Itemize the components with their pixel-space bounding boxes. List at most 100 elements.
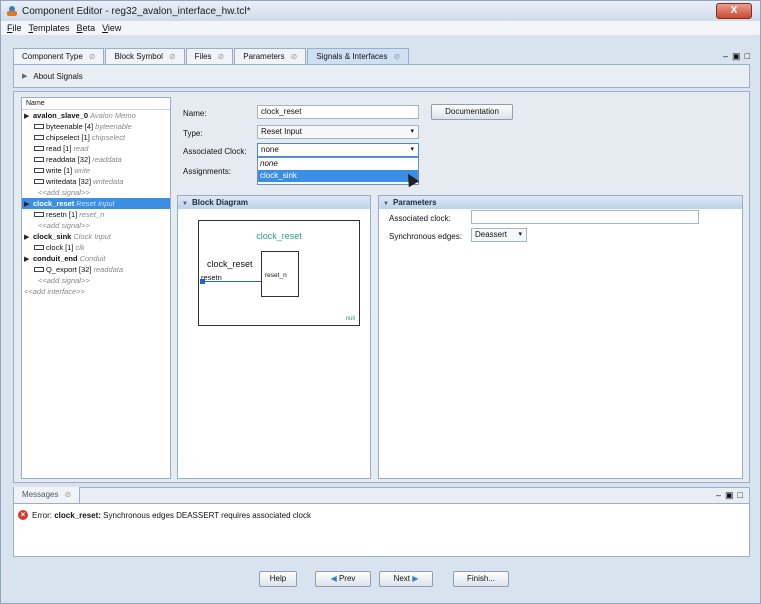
editor-tab-strip: Component Type ⊘ Block Symbol ⊘ Files ⊘ Par…	[13, 48, 750, 64]
chevron-down-icon: ▾	[410, 128, 414, 135]
restore-icon[interactable]: ▣	[732, 51, 741, 62]
tree-item[interactable]: writedata [32] writedata	[22, 176, 170, 187]
tree-item-label: <<add signal>>	[38, 188, 90, 197]
error-text: Synchronous edges DEASSERT requires asso…	[103, 510, 311, 520]
close-tab-icon[interactable]: ⊘	[291, 52, 298, 61]
maximize-icon[interactable]: □	[745, 51, 750, 62]
tree-item[interactable]: <<add interface>>	[22, 286, 170, 297]
sync-edges-combo[interactable]: Deassert ▾	[471, 228, 527, 242]
tree-item-type: read	[73, 144, 89, 153]
menu-view[interactable]: View	[102, 23, 121, 33]
tree-item[interactable]: chipselect [1] chipselect	[22, 132, 170, 143]
signal-icon	[34, 145, 44, 151]
tree-item-label: read [1]	[46, 144, 72, 153]
parameters-header[interactable]: ▼ Parameters	[379, 196, 742, 209]
tree-item-label: <<add signal>>	[38, 276, 90, 285]
tree-item[interactable]: readdata [32] readdata	[22, 154, 170, 165]
collapse-icon: ▼	[182, 201, 188, 207]
assoc-clock-param-label: Associated clock:	[389, 214, 451, 223]
tree-item-type: chipselect	[91, 133, 126, 142]
tree-item-label: avalon_slave_0	[33, 111, 89, 120]
tab-messages[interactable]: Messages ⊘	[14, 487, 81, 503]
tree-item[interactable]: ▶ clock_reset Reset Input	[22, 198, 170, 209]
close-tab-icon[interactable]: ⊘	[89, 52, 96, 61]
tree-item-label: readdata [32]	[46, 155, 91, 164]
tree-item[interactable]: read [1] read	[22, 143, 170, 154]
error-subject: clock_reset:	[54, 510, 101, 520]
documentation-button[interactable]: Documentation	[431, 104, 513, 120]
close-tab-icon[interactable]: ⊘	[393, 52, 400, 61]
menu-file[interactable]: File	[7, 23, 22, 33]
tree-item-type: Conduit	[79, 254, 106, 263]
minimize-icon[interactable]: –	[716, 490, 721, 501]
tree-item-type: Avalon Memo	[90, 111, 136, 120]
next-button[interactable]: Next ▶	[379, 571, 433, 587]
tree-item[interactable]: ▶ clock_sink Clock Input	[22, 231, 170, 242]
component-editor-window: Component Editor - reg32_avalon_interfac…	[0, 0, 761, 604]
tree-item[interactable]: Q_export [32] readdata	[22, 264, 170, 275]
signal-icon	[34, 266, 44, 272]
tab-component-type[interactable]: Component Type ⊘	[13, 48, 105, 64]
close-tab-icon[interactable]: ⊘	[64, 490, 71, 499]
signal-icon	[34, 244, 44, 250]
tree-item[interactable]: <<add signal>>	[22, 275, 170, 286]
tree-item[interactable]: clock [1] clk	[22, 242, 170, 253]
tree-item[interactable]: <<add signal>>	[22, 187, 170, 198]
tree-item[interactable]: ▶ avalon_slave_0 Avalon Memo	[22, 110, 170, 121]
parameters-panel: ▼ Parameters Associated clock: Synchronou…	[378, 195, 743, 479]
diagram-port-right: reset_n	[265, 272, 287, 279]
tab-files[interactable]: Files ⊘	[185, 48, 234, 64]
sync-edges-value: Deassert	[475, 230, 508, 239]
title-bar: Component Editor - reg32_avalon_interfac…	[1, 1, 760, 21]
tree-item-type: byteenable	[95, 122, 132, 131]
clock-option-none[interactable]: none	[258, 158, 418, 170]
tree-item[interactable]: byteenable [4] byteenable	[22, 121, 170, 132]
minimize-icon[interactable]: –	[723, 51, 728, 62]
tree-item-type: reset_n	[79, 210, 105, 219]
signal-icon	[34, 167, 44, 173]
tab-signals-interfaces[interactable]: Signals & Interfaces ⊘	[307, 48, 410, 64]
associated-clock-label: Associated Clock:	[183, 147, 247, 156]
menu-beta[interactable]: Beta	[77, 23, 96, 33]
tree-item-type: clk	[75, 243, 85, 252]
prev-button[interactable]: ◀ Prev	[315, 571, 371, 587]
close-tab-icon[interactable]: ⊘	[169, 52, 176, 61]
name-field[interactable]: clock_reset	[257, 105, 419, 119]
tree-item-label: <<add interface>>	[24, 287, 85, 296]
associated-clock-combo[interactable]: none ▾	[257, 143, 419, 157]
help-button[interactable]: Help	[259, 571, 297, 587]
tree-item[interactable]: resetn [1] reset_n	[22, 209, 170, 220]
tab-parameters[interactable]: Parameters ⊘	[234, 48, 307, 64]
tree-header: Name	[22, 98, 170, 110]
signal-icon	[34, 123, 44, 129]
type-combo[interactable]: Reset Input ▾	[257, 125, 419, 139]
type-combo-value: Reset Input	[261, 127, 302, 136]
name-label: Name:	[183, 109, 207, 118]
clock-option-clock-sink[interactable]: clock_sink	[258, 170, 418, 182]
close-tab-icon[interactable]: ⊘	[218, 52, 225, 61]
assoc-clock-param-field[interactable]	[471, 210, 699, 224]
tree-item-label: byteenable [4]	[46, 122, 94, 131]
tab-label: Component Type	[22, 52, 83, 61]
messages-panel: Messages ⊘ – ▣ □ × Error: clock_reset: Sy…	[13, 487, 750, 557]
tree-item[interactable]: write [1] write	[22, 165, 170, 176]
diagram-title: clock_reset	[256, 231, 302, 241]
app-icon	[7, 6, 17, 16]
messages-view-controls: – ▣ □	[716, 490, 749, 503]
tree-item-type: write	[74, 166, 91, 175]
tree-item[interactable]: ▶ conduit_end Conduit	[22, 253, 170, 264]
diagram-port-wire	[201, 281, 263, 282]
menu-templates[interactable]: Templates	[29, 23, 70, 33]
finish-button[interactable]: Finish...	[453, 571, 509, 587]
tree-item[interactable]: <<add signal>>	[22, 220, 170, 231]
tree-item-label: <<add signal>>	[38, 221, 90, 230]
next-arrow-icon: ▶	[412, 574, 419, 583]
close-window-button[interactable]: X	[716, 3, 752, 19]
about-signals-bar[interactable]: ▶ About Signals	[13, 64, 750, 88]
tree-item-label: resetn [1]	[46, 210, 78, 219]
block-diagram-header[interactable]: ▼ Block Diagram	[178, 196, 370, 209]
tab-block-symbol[interactable]: Block Symbol ⊘	[105, 48, 185, 64]
tree-item-label: clock_reset	[33, 199, 75, 208]
restore-icon[interactable]: ▣	[725, 490, 734, 501]
maximize-icon[interactable]: □	[738, 490, 743, 501]
